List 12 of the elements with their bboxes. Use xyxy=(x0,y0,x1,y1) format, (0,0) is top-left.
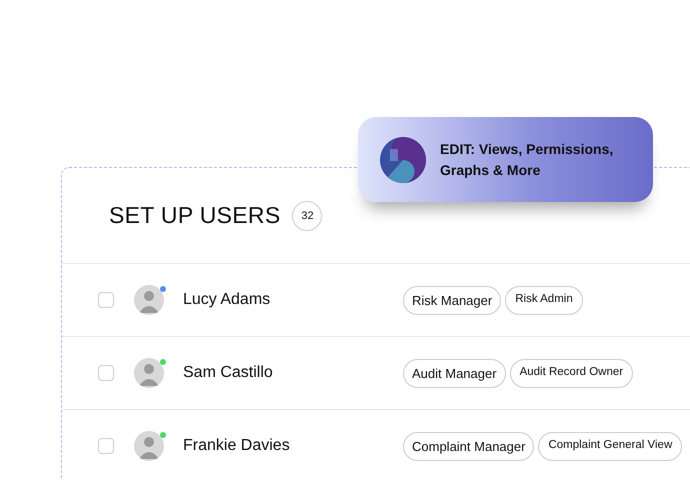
user-count: 32 xyxy=(292,200,322,230)
role-tag: Audit Record Owner xyxy=(510,358,634,388)
role-tag: Complaint Manager xyxy=(403,432,534,460)
callout-text: EDIT: Views, Permissions, Graphs & More xyxy=(440,140,614,180)
user-name: Lucy Adams xyxy=(183,291,272,309)
role-tag: Risk Manager xyxy=(403,286,502,314)
user-name: Sam Castillo xyxy=(183,364,274,382)
role-tag: Complaint General View xyxy=(538,432,682,460)
role-tag: Risk Admin xyxy=(505,286,583,314)
panel-title: SET UP USERS xyxy=(109,202,280,229)
role-tag: Audit Manager xyxy=(403,358,506,388)
user-name: Frankie Davies xyxy=(183,437,291,455)
